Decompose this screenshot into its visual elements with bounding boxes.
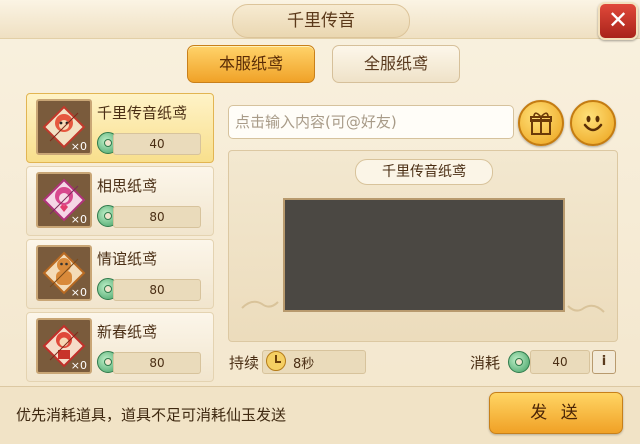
kite-cost: 80 bbox=[113, 352, 201, 374]
gift-button[interactable] bbox=[518, 100, 564, 146]
consume-notice: 优先消耗道具，道具不足可消耗仙玉发送 bbox=[16, 406, 287, 424]
kite-list: ×0 千里传音纸鸢 40 ×0 相思纸鸢 80 ×0 情谊纸鸢 80 ×0 新春… bbox=[26, 93, 214, 383]
send-button[interactable]: 发 送 bbox=[489, 392, 623, 434]
emoji-button[interactable] bbox=[570, 100, 616, 146]
jade-coin-icon bbox=[508, 351, 530, 373]
monkey-kite-icon: ×0 bbox=[36, 99, 92, 155]
duration-label: 持续 bbox=[229, 354, 260, 372]
kite-count: ×0 bbox=[70, 213, 87, 226]
kite-name: 新春纸鸢 bbox=[97, 323, 158, 341]
kite-count: ×0 bbox=[70, 359, 87, 372]
close-icon: ✕ bbox=[607, 6, 629, 34]
clock-icon bbox=[266, 351, 286, 371]
kite-cost: 80 bbox=[113, 206, 201, 228]
tab-all-server-kites[interactable]: 全服纸鸢 bbox=[332, 45, 460, 83]
tab-local-server-kites[interactable]: 本服纸鸢 bbox=[187, 45, 315, 83]
heart-kite-icon: ×0 bbox=[36, 172, 92, 228]
left-ornament bbox=[241, 300, 279, 309]
cost-value: 40 bbox=[530, 350, 590, 374]
info-button[interactable]: i bbox=[592, 350, 616, 374]
info-icon: i bbox=[601, 354, 607, 369]
dialog-title: 千里传音 bbox=[232, 4, 410, 38]
message-input[interactable] bbox=[228, 105, 514, 139]
kite-item-xinchun[interactable]: ×0 新春纸鸢 80 bbox=[26, 312, 214, 382]
kite-message-dialog: 千里传音 ✕ 本服纸鸢 全服纸鸢 ×0 千里传音纸鸢 40 ×0 相思纸鸢 80… bbox=[0, 0, 640, 444]
cost-label: 消耗 bbox=[470, 354, 501, 372]
title-bar: 千里传音 ✕ bbox=[0, 0, 640, 40]
right-ornament bbox=[567, 304, 605, 313]
kite-count: ×0 bbox=[70, 140, 87, 153]
preview-screen bbox=[283, 198, 565, 312]
kite-cost: 80 bbox=[113, 279, 201, 301]
kite-item-xiangsi[interactable]: ×0 相思纸鸢 80 bbox=[26, 166, 214, 236]
kite-count: ×0 bbox=[70, 286, 87, 299]
gingerbread-kite-icon: ×0 bbox=[36, 245, 92, 301]
preview-title: 千里传音纸鸢 bbox=[355, 159, 493, 185]
duration-value: 8秒 bbox=[293, 357, 315, 372]
close-button[interactable]: ✕ bbox=[598, 2, 638, 40]
kite-item-qianli[interactable]: ×0 千里传音纸鸢 40 bbox=[26, 93, 214, 163]
kite-cost: 40 bbox=[113, 133, 201, 155]
kite-item-qingyi[interactable]: ×0 情谊纸鸢 80 bbox=[26, 239, 214, 309]
kite-name: 情谊纸鸢 bbox=[97, 250, 158, 268]
gift-icon bbox=[530, 112, 552, 135]
kite-name: 千里传音纸鸢 bbox=[97, 104, 188, 122]
kite-preview: 千里传音纸鸢 bbox=[228, 150, 618, 342]
smiley-icon bbox=[583, 115, 603, 132]
newyear-kite-icon: ×0 bbox=[36, 318, 92, 374]
kite-name: 相思纸鸢 bbox=[97, 177, 158, 195]
